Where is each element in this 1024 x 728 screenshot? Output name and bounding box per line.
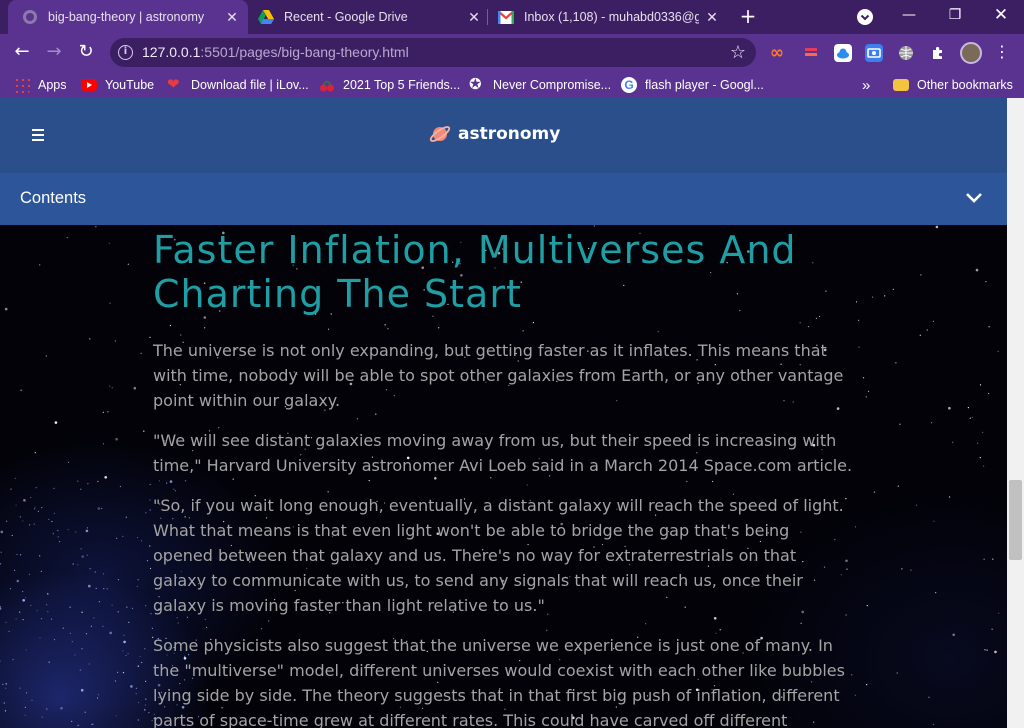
extension-infinity-icon[interactable]: ∞ <box>768 44 786 62</box>
close-window-icon[interactable]: ✕ <box>989 4 1013 26</box>
extension-cloud-icon[interactable] <box>834 44 852 62</box>
hamburger-menu-icon[interactable] <box>32 129 44 141</box>
page-scrollbar[interactable] <box>1007 98 1024 728</box>
site-info-icon[interactable]: i <box>118 45 133 60</box>
extension-stack-icon[interactable] <box>802 44 820 62</box>
bookmark-star-icon[interactable]: ☆ <box>730 42 746 63</box>
gmail-icon <box>498 9 514 25</box>
badge-icon: ✪ <box>469 76 482 93</box>
browser-menu-icon[interactable]: ⋮ <box>991 41 1013 63</box>
contents-label: Contents <box>20 189 87 207</box>
browser-toolbar: ← → ↻ i 127.0.0.1:5501/pages/big-bang-th… <box>0 34 1024 71</box>
site-logo[interactable]: astronomy <box>428 122 560 146</box>
more-bookmarks-chevron-icon[interactable]: » <box>862 76 870 94</box>
tab-title: big-bang-theory | astronomy <box>48 10 205 24</box>
article-paragraph: "We will see distant galaxies moving awa… <box>153 431 853 475</box>
forward-arrow-icon[interactable]: → <box>43 41 65 63</box>
brand-name: astronomy <box>458 124 561 144</box>
back-arrow-icon[interactable]: ← <box>11 41 33 63</box>
folder-icon <box>893 79 909 91</box>
bookmark-apps[interactable]: Apps <box>14 76 67 94</box>
bookmark-top-friends[interactable]: 2021 Top 5 Friends... <box>319 76 460 94</box>
section-heading: Faster Inflation, Multiverses And Charti… <box>153 228 797 316</box>
cherry-icon <box>319 77 335 93</box>
web-page: astronomy Contents Faster Inflation, Mul… <box>0 98 1007 728</box>
extensions-puzzle-icon[interactable] <box>929 44 947 62</box>
bookmark-never-compromise[interactable]: ✪ Never Compromise... <box>469 76 611 94</box>
article-paragraph: Some physicists also suggest that the un… <box>153 636 845 728</box>
close-tab-icon[interactable]: ✕ <box>224 9 240 25</box>
google-drive-icon <box>258 9 274 25</box>
tab-search-icon[interactable] <box>857 9 873 25</box>
new-tab-button[interactable]: + <box>738 6 758 26</box>
minimize-icon[interactable]: — <box>897 4 921 26</box>
extension-screen-icon[interactable] <box>865 44 883 62</box>
tab-gmail-inbox[interactable]: Inbox (1,108) - muhabd0336@gm ✕ <box>498 0 726 34</box>
browser-tab-strip: big-bang-theory | astronomy ✕ Recent - G… <box>0 0 1024 34</box>
globe-icon <box>22 9 38 25</box>
site-header: astronomy <box>0 98 1007 173</box>
tab-big-bang-theory[interactable]: big-bang-theory | astronomy ✕ <box>8 0 248 34</box>
apps-grid-icon <box>14 77 30 93</box>
article-content: Faster Inflation, Multiverses And Charti… <box>153 228 853 728</box>
bookmark-flash-player[interactable]: G flash player - Googl... <box>621 76 764 94</box>
article-paragraph: The universe is not only expanding, but … <box>153 341 844 410</box>
planet-logo-icon <box>429 126 451 142</box>
tab-divider <box>487 9 488 25</box>
reload-icon[interactable]: ↻ <box>75 41 97 63</box>
restore-icon[interactable]: ❐ <box>943 4 967 26</box>
address-bar[interactable]: i 127.0.0.1:5501/pages/big-bang-theory.h… <box>110 38 756 67</box>
profile-avatar[interactable] <box>960 42 982 64</box>
url-text: 127.0.0.1:5501/pages/big-bang-theory.htm… <box>142 44 409 60</box>
scrollbar-thumb[interactable] <box>1009 480 1022 560</box>
article-paragraph: "So, if you wait long enough, eventually… <box>153 496 844 615</box>
google-icon: G <box>621 77 637 93</box>
chevron-down-icon[interactable] <box>964 191 984 205</box>
tab-title: Recent - Google Drive <box>284 10 408 24</box>
close-tab-icon[interactable]: ✕ <box>466 9 482 25</box>
extension-vpn-globe-icon[interactable] <box>897 44 915 62</box>
heart-icon: ❤ <box>167 76 180 93</box>
bookmarks-bar: Apps YouTube ❤ Download file | iLov... 2… <box>0 71 1024 98</box>
bookmark-youtube[interactable]: YouTube <box>81 76 154 94</box>
tab-google-drive[interactable]: Recent - Google Drive ✕ <box>258 0 484 34</box>
bookmark-ilovepdf[interactable]: ❤ Download file | iLov... <box>167 76 309 94</box>
tab-title: Inbox (1,108) - muhabd0336@gm <box>524 10 699 24</box>
youtube-icon <box>81 79 97 91</box>
other-bookmarks-folder[interactable]: Other bookmarks <box>893 76 1013 94</box>
contents-dropdown[interactable]: Contents <box>0 173 1007 225</box>
close-tab-icon[interactable]: ✕ <box>704 9 720 25</box>
